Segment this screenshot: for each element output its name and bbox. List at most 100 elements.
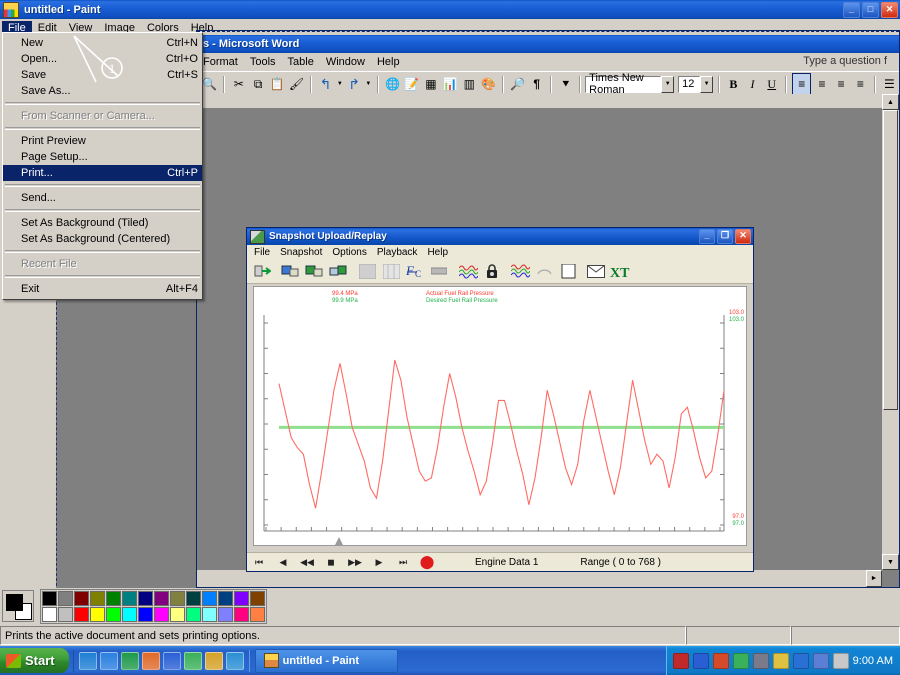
- word-menu-tools[interactable]: Tools: [244, 55, 282, 69]
- snapshot-menu-playback[interactable]: Playback: [372, 247, 423, 258]
- lock-icon[interactable]: [481, 261, 503, 282]
- palette-swatch[interactable]: [234, 591, 249, 606]
- snapshot-menu-help[interactable]: Help: [422, 247, 453, 258]
- format-painter-icon[interactable]: 🖌: [288, 74, 305, 94]
- word-menu-format[interactable]: Format: [197, 55, 244, 69]
- skip-to-end-icon[interactable]: ⏭: [393, 555, 413, 570]
- underline-button[interactable]: U: [763, 74, 780, 94]
- document-map-icon[interactable]: 🔎: [509, 74, 526, 94]
- copy-icon[interactable]: ⧉: [250, 74, 267, 94]
- file-menu-item-new[interactable]: NewCtrl+N: [3, 35, 202, 51]
- word-vertical-scrollbar[interactable]: ▲ ▼: [882, 94, 899, 570]
- word-standard-toolbar[interactable]: 🔍 ✂ ⧉ 📋 🖌 ↰ ▼ ↱ ▼ 🌐 📝 ▦ 📊 ▥ 🎨 🔎 ¶ ⯆: [197, 71, 899, 96]
- tray-icon[interactable]: [733, 653, 749, 669]
- redo-icon[interactable]: ↱: [346, 74, 363, 94]
- tables-and-borders-icon[interactable]: 📝: [403, 74, 420, 94]
- quick-launch-bar[interactable]: [73, 650, 250, 672]
- palette-swatch[interactable]: [218, 591, 233, 606]
- palette-swatch[interactable]: [58, 591, 73, 606]
- upload-snapshot-icon[interactable]: [251, 261, 273, 282]
- quick-launch-icon[interactable]: [205, 652, 223, 670]
- quick-launch-icon[interactable]: [226, 652, 244, 670]
- palette-swatch[interactable]: [58, 607, 73, 622]
- foreground-color-swatch[interactable]: [6, 594, 23, 611]
- cut-icon[interactable]: ✂: [230, 74, 247, 94]
- file-menu-item-print[interactable]: Print...Ctrl+P: [3, 165, 202, 181]
- current-colors-swatch[interactable]: [2, 590, 34, 622]
- palette-swatch[interactable]: [106, 591, 121, 606]
- insert-excel-spreadsheet-icon[interactable]: 📊: [442, 74, 459, 94]
- insert-table-icon[interactable]: ▦: [422, 74, 439, 94]
- snapshot-plot[interactable]: 99.4 MPa 99.9 MPa Actual Fuel Rail Press…: [253, 286, 747, 546]
- record-icon[interactable]: ⬤: [417, 555, 437, 570]
- word-menu-help[interactable]: Help: [371, 55, 406, 69]
- palette-swatch[interactable]: [42, 607, 57, 622]
- word-scroll-right-icon[interactable]: ►: [866, 570, 882, 587]
- numbered-list-icon[interactable]: ☰: [881, 74, 898, 94]
- palette-swatch[interactable]: [74, 591, 89, 606]
- palette-swatch[interactable]: [90, 591, 105, 606]
- tray-icon[interactable]: [673, 653, 689, 669]
- word-vscroll-thumb[interactable]: [883, 110, 898, 410]
- step-back-icon[interactable]: ◀: [273, 555, 293, 570]
- undo-arc-icon[interactable]: [533, 261, 555, 282]
- fast-forward-icon[interactable]: ▶▶: [345, 555, 365, 570]
- palette-swatch[interactable]: [250, 591, 265, 606]
- font-name-dropdown-icon[interactable]: ▼: [661, 76, 674, 93]
- font-name-box[interactable]: Times New Roman: [585, 76, 661, 93]
- quick-launch-icon[interactable]: [100, 652, 118, 670]
- tray-clock[interactable]: 9:00 AM: [853, 655, 893, 667]
- palette-swatch[interactable]: [42, 591, 57, 606]
- align-center-icon[interactable]: ≡: [813, 74, 830, 94]
- word-scroll-up-icon[interactable]: ▲: [882, 94, 899, 110]
- temperature-units-icon[interactable]: FC: [404, 261, 426, 282]
- word-menu-window[interactable]: Window: [320, 55, 371, 69]
- redo-dropdown-icon[interactable]: ▼: [365, 74, 372, 94]
- tray-icon[interactable]: [693, 653, 709, 669]
- palette-swatch[interactable]: [74, 607, 89, 622]
- insert-hyperlink-icon[interactable]: 🌐: [384, 74, 401, 94]
- palette-grid[interactable]: [40, 589, 267, 624]
- font-size-dropdown-icon[interactable]: ▼: [700, 76, 713, 93]
- align-right-icon[interactable]: ≡: [833, 74, 850, 94]
- step-forward-icon[interactable]: ▶: [369, 555, 389, 570]
- save-snapshot-icon[interactable]: [327, 261, 349, 282]
- palette-swatch[interactable]: [170, 607, 185, 622]
- snapshot-close-button[interactable]: ✕: [735, 229, 751, 244]
- tray-icon[interactable]: [813, 653, 829, 669]
- align-left-icon[interactable]: ≡: [792, 73, 811, 95]
- file-menu-item-set-as-background-tiled[interactable]: Set As Background (Tiled): [3, 215, 202, 231]
- file-menu-item-open[interactable]: Open...Ctrl+O: [3, 51, 202, 67]
- palette-swatch[interactable]: [106, 607, 121, 622]
- word-ruler[interactable]: [197, 94, 899, 108]
- palette-swatch[interactable]: [90, 607, 105, 622]
- palette-swatch[interactable]: [138, 591, 153, 606]
- snapshot-toolbar[interactable]: FC: [247, 259, 753, 284]
- blank-page-icon[interactable]: [557, 261, 579, 282]
- word-menu-table[interactable]: Table: [282, 55, 320, 69]
- email-icon[interactable]: [585, 261, 607, 282]
- bold-button[interactable]: B: [725, 74, 742, 94]
- rewind-to-start-icon[interactable]: ⏮: [249, 555, 269, 570]
- drawing-icon[interactable]: 🎨: [480, 74, 497, 94]
- file-menu-item-send[interactable]: Send...: [3, 190, 202, 206]
- palette-swatch[interactable]: [202, 607, 217, 622]
- palette-swatch[interactable]: [170, 591, 185, 606]
- quick-launch-icon[interactable]: [79, 652, 97, 670]
- waveform-color-icon[interactable]: [509, 261, 531, 282]
- palette-swatch[interactable]: [138, 607, 153, 622]
- palette-swatch[interactable]: [122, 607, 137, 622]
- quick-launch-icon[interactable]: [121, 652, 139, 670]
- tray-icon[interactable]: [793, 653, 809, 669]
- tray-icon[interactable]: [753, 653, 769, 669]
- snapshot-menu-options[interactable]: Options: [327, 247, 371, 258]
- hide-bar-icon[interactable]: [428, 261, 450, 282]
- undo-dropdown-icon[interactable]: ▼: [336, 74, 343, 94]
- system-tray[interactable]: 9:00 AM: [666, 646, 900, 675]
- show-formatting-marks-icon[interactable]: ¶: [528, 74, 545, 94]
- rewind-icon[interactable]: ◀◀: [297, 555, 317, 570]
- zoom-dropdown-icon[interactable]: ⯆: [557, 74, 574, 94]
- stop-icon[interactable]: ◼: [321, 555, 341, 570]
- file-menu-item-save-as[interactable]: Save As...: [3, 83, 202, 99]
- grid-view-icon[interactable]: [356, 261, 378, 282]
